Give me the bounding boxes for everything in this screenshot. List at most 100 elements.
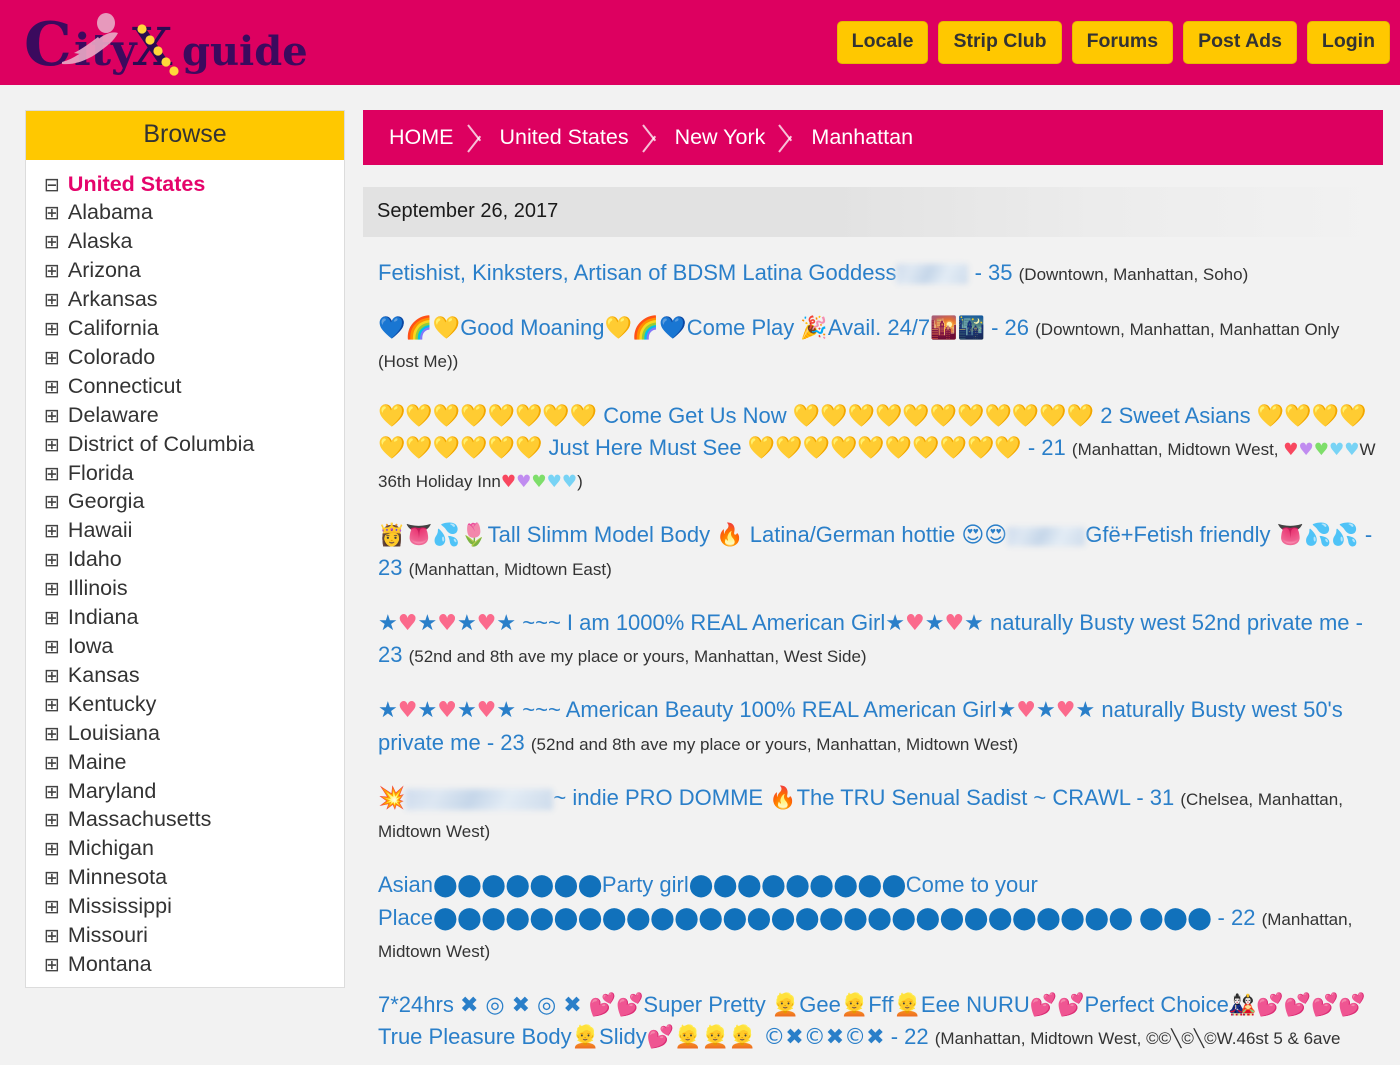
expand-icon[interactable]: ⊞ <box>44 348 60 368</box>
expand-icon[interactable]: ⊞ <box>44 898 60 917</box>
tree-item-montana[interactable]: ⊞ Montana <box>44 950 344 979</box>
site-logo[interactable]: C ity X guide <box>22 7 322 79</box>
emoji-tongue-droplets: 👅💦💦 <box>1276 523 1359 549</box>
nav-button-login[interactable]: Login <box>1306 21 1390 64</box>
expand-icon[interactable]: ⊞ <box>44 955 60 975</box>
tree-item-label: Indiana <box>67 605 139 630</box>
tree-item-delaware[interactable]: ⊞ Delaware <box>44 401 344 430</box>
listing-link[interactable]: Fetishist, Kinksters, Artisan of BDSM La… <box>378 260 896 285</box>
tree-item-massachusetts[interactable]: ⊞ Massachusetts <box>44 805 344 834</box>
expand-icon[interactable]: ⊞ <box>44 377 60 397</box>
site-header: C ity X guide Locale Strip Club Forums P… <box>0 0 1400 85</box>
list-item: 👸👅💦🌷Tall Slimm Model Body 🔥 Latina/Germa… <box>363 507 1383 594</box>
heart-icon: ♥ <box>500 472 517 493</box>
star-icon: ★ <box>1075 698 1096 724</box>
expand-icon[interactable]: ⊞ <box>44 840 60 859</box>
heart-icon: ♥ <box>476 698 497 724</box>
breadcrumb-item-home[interactable]: HOME <box>379 125 464 150</box>
expand-icon[interactable]: ⊞ <box>44 291 60 310</box>
tree-item-label: Colorado <box>67 344 156 369</box>
expand-icon[interactable]: ⊞ <box>44 638 60 657</box>
expand-icon[interactable]: ⊞ <box>44 927 60 946</box>
emoji-fire: 🔥 <box>769 785 797 811</box>
expand-icon[interactable]: ⊞ <box>44 811 60 830</box>
expand-icon[interactable]: ⊞ <box>44 406 60 426</box>
tree-item-indiana[interactable]: ⊞ Indiana <box>44 603 344 632</box>
tree-item-maryland[interactable]: ⊞ Maryland <box>44 777 344 806</box>
tree-item-michigan[interactable]: ⊞ Michigan <box>44 834 344 863</box>
expand-icon[interactable]: ⊞ <box>44 580 60 599</box>
expand-icon[interactable]: ⊞ <box>44 204 60 223</box>
tree-item-illinois[interactable]: ⊞ Illinois <box>44 574 344 603</box>
tree-item-connecticut[interactable]: ⊞ Connecticut <box>44 372 344 401</box>
star-icon: ★ <box>496 610 517 636</box>
tree-item-georgia[interactable]: ⊞ Georgia <box>44 487 344 516</box>
emoji-fire: 🔥 <box>716 523 744 549</box>
tree-item-mississippi[interactable]: ⊞ Mississippi <box>44 892 344 921</box>
expand-icon[interactable]: ⊞ <box>44 724 60 744</box>
heart-icon: ♥ <box>437 610 457 636</box>
heart-icon: ♥ <box>561 472 578 493</box>
expand-icon[interactable]: ⊞ <box>44 695 60 715</box>
tree-item-arkansas[interactable]: ⊞ Arkansas <box>44 285 344 314</box>
listing-link[interactable]: Asian⬤⬤⬤⬤⬤⬤⬤Party girl⬤⬤⬤⬤⬤⬤⬤⬤⬤Come to y… <box>378 872 1255 930</box>
expand-icon[interactable]: ⊞ <box>44 782 60 802</box>
tree-item-kentucky[interactable]: ⊞ Kentucky <box>44 690 344 719</box>
nav-button-forums[interactable]: Forums <box>1071 21 1174 64</box>
tree-item-hawaii[interactable]: ⊞ Hawaii <box>44 516 344 545</box>
tree-item-california[interactable]: ⊞ California <box>44 314 344 343</box>
expand-icon[interactable]: ⊞ <box>44 493 60 512</box>
expand-icon[interactable]: ⊞ <box>44 435 60 455</box>
tree-item-alaska[interactable]: ⊞ Alaska <box>44 227 344 256</box>
tree-item-arizona[interactable]: ⊞ Arizona <box>44 256 344 285</box>
nav-button-locale[interactable]: Locale <box>836 21 929 64</box>
heart-icon: ♥ <box>1344 439 1360 460</box>
expand-icon[interactable]: ⊞ <box>44 233 60 252</box>
nav-button-post-ads[interactable]: Post Ads <box>1183 21 1297 64</box>
expand-icon[interactable]: ⊞ <box>44 753 60 773</box>
star-icon: ★ <box>417 610 438 636</box>
breadcrumb-item-united-states[interactable]: United States <box>490 125 639 150</box>
listing-link[interactable]: 💥 <box>378 785 405 811</box>
breadcrumb-item-manhattan[interactable]: Manhattan <box>801 125 923 150</box>
listing-link[interactable]: ~ indie PRO DOMME 🔥The TRU Senual Sadist… <box>553 785 1174 811</box>
listing-age[interactable]: - 35 <box>968 260 1013 285</box>
tree-item-louisiana[interactable]: ⊞ Louisiana <box>44 719 344 748</box>
tree-item-kansas[interactable]: ⊞ Kansas <box>44 661 344 690</box>
star-icon: ★ <box>378 610 398 636</box>
heart-icon: ♥ <box>1313 439 1329 460</box>
tree-item-alabama[interactable]: ⊞ Alabama <box>44 198 344 227</box>
tree-item-idaho[interactable]: ⊞ Idaho <box>44 545 344 574</box>
tree-item-minnesota[interactable]: ⊞ Minnesota <box>44 863 344 892</box>
heart-icon: ♥ <box>1329 439 1345 460</box>
tree-item-district-of-columbia[interactable]: ⊞ District of Columbia <box>44 430 344 459</box>
heart-icon: ♥ <box>944 610 965 636</box>
svg-text:X: X <box>132 17 173 78</box>
expand-icon[interactable]: ⊞ <box>44 464 60 484</box>
expand-icon[interactable]: ⊞ <box>44 869 60 888</box>
collapse-icon[interactable]: ⊟ <box>44 175 60 195</box>
nav-button-strip-club[interactable]: Strip Club <box>938 21 1062 64</box>
listing-link[interactable]: 💙🌈💛Good Moaning💛🌈💙Come Play 🎉Avail. 24/7… <box>378 315 1029 342</box>
tree-item-missouri[interactable]: ⊞ Missouri <box>44 921 344 950</box>
breadcrumb-item-new-york[interactable]: New York <box>665 125 776 150</box>
heart-icon: ♥ <box>437 698 457 724</box>
expand-icon[interactable]: ⊞ <box>44 551 60 570</box>
tree-item-colorado[interactable]: ⊞ Colorado <box>44 343 344 372</box>
expand-icon[interactable]: ⊞ <box>44 262 60 281</box>
expand-icon[interactable]: ⊞ <box>44 666 60 686</box>
expand-icon[interactable]: ⊞ <box>44 609 60 628</box>
expand-icon[interactable]: ⊞ <box>44 320 60 339</box>
tree-item-maine[interactable]: ⊞ Maine <box>44 748 344 777</box>
tree-item-florida[interactable]: ⊞ Florida <box>44 459 344 488</box>
tree-item-united-states[interactable]: ⊟ United States <box>44 170 344 199</box>
listing-link[interactable]: 👸👅💦🌷Tall Slimm Model Body 🔥 Latina/Germa… <box>378 522 1007 549</box>
chevron-right-icon <box>464 110 490 165</box>
expand-icon[interactable]: ⊞ <box>44 522 60 541</box>
tree-item-iowa[interactable]: ⊞ Iowa <box>44 632 344 661</box>
list-item: ★♥★♥★♥★ ~~~ American Beauty 100% REAL Am… <box>363 682 1383 769</box>
emoji-city: 🌇🌃 <box>930 316 985 342</box>
star-icon: ★ <box>378 698 398 724</box>
sidebar-title: Browse <box>26 111 344 160</box>
tree-item-label: Montana <box>67 951 152 976</box>
